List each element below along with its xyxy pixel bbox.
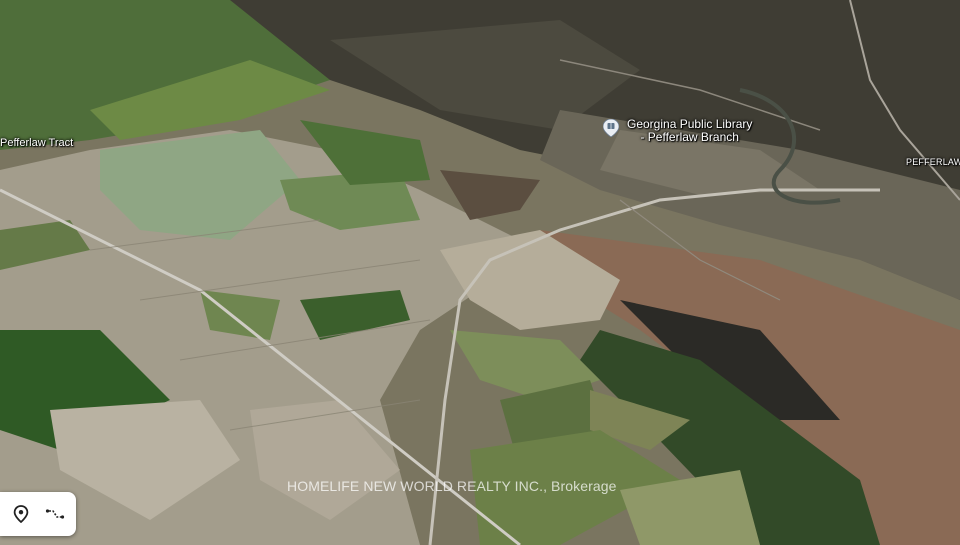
library-poi[interactable]: Georgina Public Library - Pefferlaw Bran…	[603, 118, 752, 144]
map-controls	[0, 492, 76, 536]
library-pin-icon[interactable]	[603, 119, 619, 137]
route-icon	[45, 509, 65, 519]
brokerage-watermark: HOMELIFE NEW WORLD REALTY INC., Brokerag…	[287, 478, 617, 494]
location-pin-icon	[13, 505, 29, 523]
tract-label: Pefferlaw Tract	[0, 137, 74, 149]
route-button[interactable]	[42, 501, 68, 527]
location-button[interactable]	[8, 501, 34, 527]
town-label: PEFFERLAW	[906, 157, 960, 167]
satellite-map[interactable]	[0, 0, 960, 545]
poi-name[interactable]: Georgina Public Library - Pefferlaw Bran…	[627, 118, 752, 144]
poi-name-line2: - Pefferlaw Branch	[640, 130, 739, 144]
